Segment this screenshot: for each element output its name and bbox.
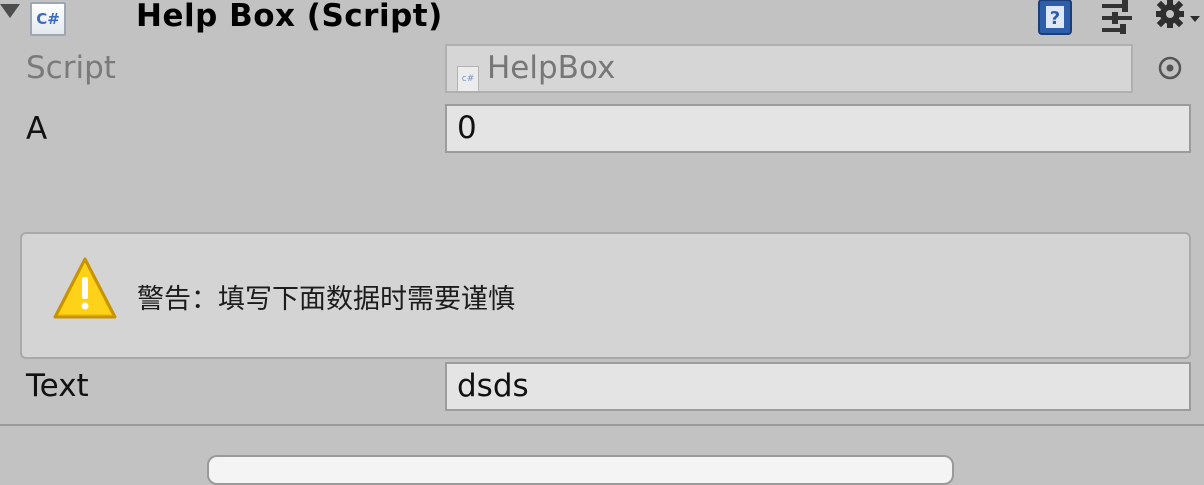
a-label: A bbox=[26, 111, 48, 147]
gear-icon[interactable] bbox=[1152, 0, 1202, 34]
a-input[interactable]: 0 bbox=[445, 104, 1191, 153]
text-input[interactable]: dsds bbox=[445, 362, 1191, 411]
warning-triangle-icon bbox=[52, 255, 118, 323]
text-label: Text bbox=[26, 368, 89, 404]
csharp-script-icon: C# bbox=[30, 2, 66, 36]
svg-text:?: ? bbox=[1050, 8, 1060, 29]
script-field[interactable]: c# HelpBox bbox=[445, 44, 1133, 93]
foldout-arrow-icon[interactable] bbox=[0, 4, 20, 18]
preset-sliders-icon[interactable] bbox=[1098, 0, 1138, 34]
component-title: Help Box (Script) bbox=[136, 0, 443, 34]
helpbox-message: 警告：填写下面数据时需要谨慎 bbox=[137, 284, 515, 315]
object-picker-icon[interactable] bbox=[1155, 53, 1185, 83]
script-label: Script bbox=[26, 50, 116, 86]
csharp-script-icon: c# bbox=[457, 66, 479, 91]
add-component-button[interactable] bbox=[207, 455, 954, 485]
script-field-value: HelpBox bbox=[487, 50, 616, 86]
help-book-icon[interactable]: ? bbox=[1036, 0, 1076, 36]
